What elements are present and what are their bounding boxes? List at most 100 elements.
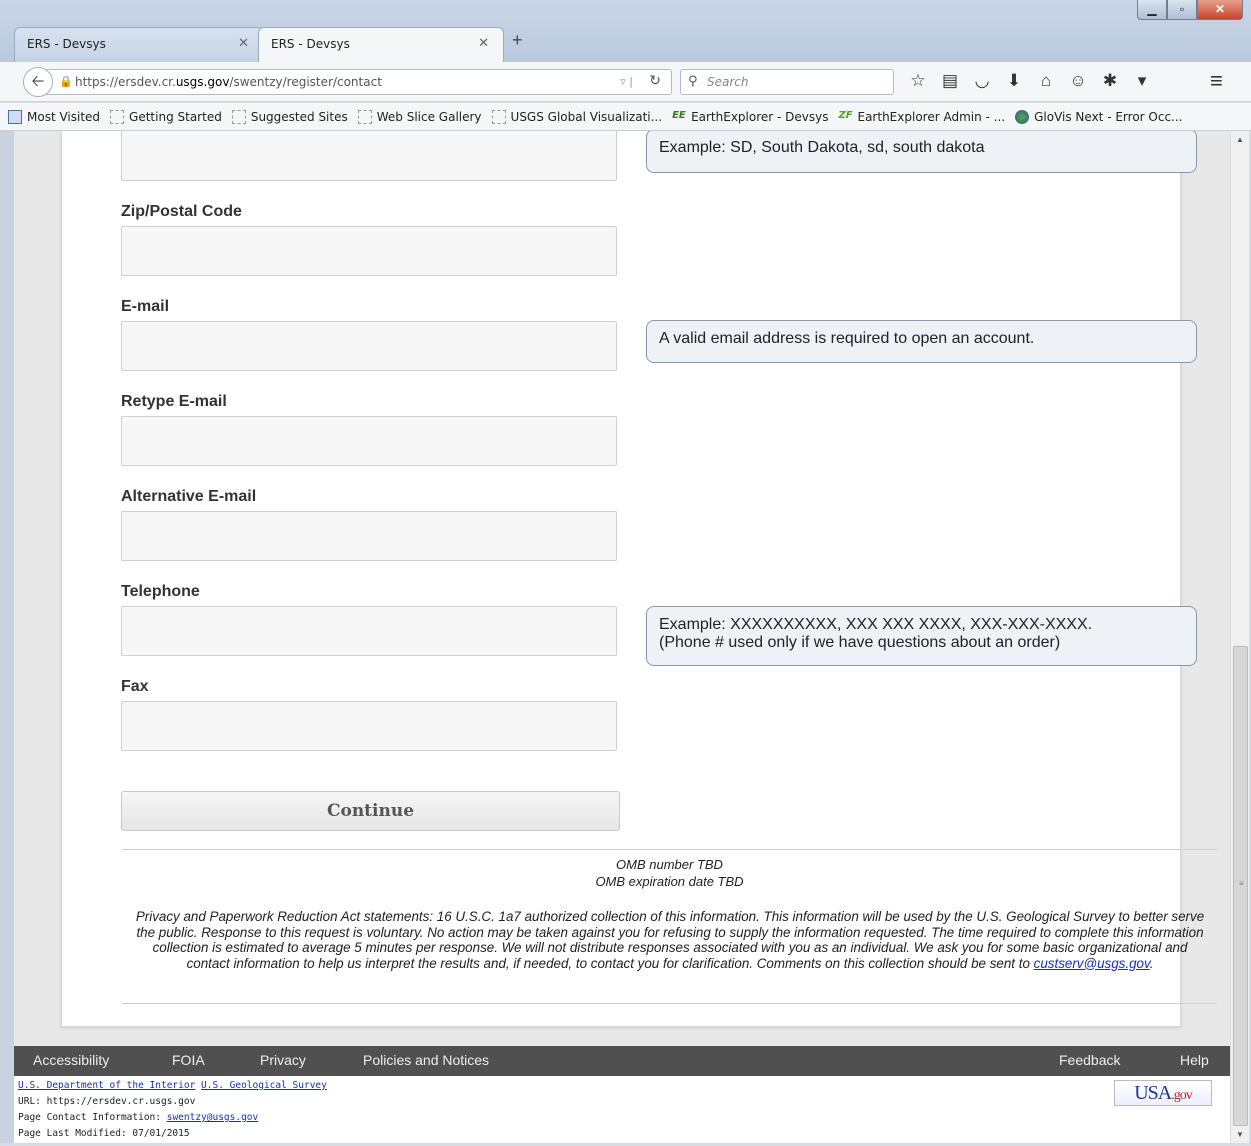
privacy-statement: Privacy and Paperwork Reduction Act stat… bbox=[130, 909, 1210, 971]
search-input[interactable]: ⚲ Search bbox=[680, 69, 894, 95]
window-left-edge bbox=[0, 131, 14, 1143]
overflow-chevron-icon[interactable]: ▾ bbox=[1126, 71, 1158, 91]
url-host: usgs.gov bbox=[175, 75, 230, 89]
usagov-logo[interactable]: USA.gov bbox=[1114, 1080, 1212, 1106]
page-icon bbox=[231, 109, 246, 124]
reload-icon[interactable]: ↻ bbox=[649, 73, 661, 89]
maximize-icon[interactable]: ▫ bbox=[1167, 0, 1197, 20]
page-icon bbox=[491, 109, 506, 124]
state-input[interactable] bbox=[121, 131, 617, 181]
fax-input[interactable] bbox=[121, 701, 617, 751]
tab-label: ERS - Devsys bbox=[271, 37, 350, 51]
state-hint: Example: SD, South Dakota, sd, south dak… bbox=[646, 131, 1197, 173]
registration-form-card: Example: SD, South Dakota, sd, south dak… bbox=[61, 131, 1217, 1027]
telephone-label: Telephone bbox=[121, 583, 200, 600]
url-prefix: https://ersdev.cr. bbox=[75, 75, 176, 89]
email-input[interactable] bbox=[121, 321, 617, 371]
home-icon[interactable]: ⌂ bbox=[1030, 71, 1062, 91]
telephone-hint: Example: XXXXXXXXXX, XXX XXX XXXX, XXX-X… bbox=[646, 606, 1197, 666]
bookmark-getting-started[interactable]: Getting Started bbox=[110, 109, 222, 124]
search-icon: ⚲ bbox=[688, 74, 698, 89]
footer-contact: Page Contact Information: swentzy@usgs.g… bbox=[18, 1112, 258, 1123]
reading-list-icon[interactable]: ▤ bbox=[934, 71, 966, 91]
bookmark-label: Getting Started bbox=[129, 109, 222, 124]
telephone-hint-line1: Example: XXXXXXXXXX, XXX XXX XXXX, XXX-X… bbox=[659, 616, 1093, 633]
close-tab-icon[interactable]: ✕ bbox=[238, 36, 249, 51]
footer-nav: Accessibility FOIA Privacy Policies and … bbox=[14, 1046, 1230, 1076]
downloads-icon[interactable]: ⬇ bbox=[998, 71, 1030, 91]
bookmark-label: EarthExplorer Admin - ... bbox=[857, 109, 1006, 124]
url-path: /swentzy/register/contact bbox=[229, 75, 382, 89]
hamburger-menu-icon[interactable]: ≡ bbox=[1210, 68, 1223, 94]
chat-icon[interactable]: ☺ bbox=[1062, 71, 1094, 91]
footer-info: U.S. Department of the Interior U.S. Geo… bbox=[14, 1076, 1230, 1143]
footer-link-foia[interactable]: FOIA bbox=[172, 1052, 205, 1068]
bookmark-suggested-sites[interactable]: Suggested Sites bbox=[231, 109, 348, 124]
footer-link-privacy[interactable]: Privacy bbox=[260, 1052, 306, 1068]
contact-email-link[interactable]: swentzy@usgs.gov bbox=[167, 1112, 259, 1123]
bookmark-glovis-next[interactable]: GloVis Next - Error Occ... bbox=[1015, 109, 1183, 124]
back-button[interactable]: 🡠 bbox=[23, 67, 53, 97]
zip-input[interactable] bbox=[121, 226, 617, 276]
bookmark-label: Web Slice Gallery bbox=[376, 109, 482, 124]
alt-email-input[interactable] bbox=[121, 511, 617, 561]
continue-button[interactable]: Continue bbox=[121, 791, 620, 831]
tab-ers-devsys-1[interactable]: ERS - Devsys ✕ bbox=[14, 27, 264, 62]
vertical-scrollbar[interactable]: ▲ ≡ ▼ bbox=[1230, 131, 1249, 1143]
footer-link-feedback[interactable]: Feedback bbox=[1059, 1052, 1120, 1068]
email-hint: A valid email address is required to ope… bbox=[646, 320, 1197, 363]
footer-link-policies[interactable]: Policies and Notices bbox=[363, 1052, 489, 1068]
bookmark-label: EarthExplorer - Devsys bbox=[691, 109, 829, 124]
page-icon bbox=[110, 109, 125, 124]
omb-expiration: OMB expiration date TBD bbox=[595, 874, 744, 889]
title-bar: ERS - Devsys ✕ ERS - Devsys ✕ + ▁ ▫ ✕ bbox=[0, 0, 1251, 62]
usagov-usa: USA bbox=[1134, 1082, 1172, 1104]
bookmark-earthexplorer-devsys[interactable]: EE EarthExplorer - Devsys bbox=[672, 110, 828, 124]
close-window-icon[interactable]: ✕ bbox=[1197, 0, 1243, 20]
privacy-period: . bbox=[1149, 955, 1154, 971]
footer-last-modified: Page Last Modified: 07/01/2015 bbox=[18, 1128, 190, 1139]
telephone-hint-line2: (Phone # used only if we have questions … bbox=[659, 634, 1061, 651]
divider bbox=[122, 849, 1217, 850]
search-placeholder: Search bbox=[707, 75, 749, 89]
scroll-down-icon[interactable]: ▼ bbox=[1236, 1130, 1244, 1139]
telephone-input[interactable] bbox=[121, 606, 617, 656]
retype-email-input[interactable] bbox=[121, 416, 617, 466]
tab-ers-devsys-2[interactable]: ERS - Devsys ✕ bbox=[258, 27, 504, 62]
alt-email-label: Alternative E-mail bbox=[121, 488, 257, 505]
bookmark-earthexplorer-admin[interactable]: ZF EarthExplorer Admin - ... bbox=[839, 110, 1006, 124]
footer-url: URL: https://ersdev.cr.usgs.gov bbox=[18, 1096, 196, 1107]
scrollbar-thumb[interactable]: ≡ bbox=[1233, 646, 1248, 1126]
new-tab-icon[interactable]: + bbox=[512, 30, 523, 51]
lock-icon: 🔒 bbox=[59, 75, 73, 88]
scroll-grip-icon: ≡ bbox=[1239, 879, 1244, 888]
doi-link[interactable]: U.S. Department of the Interior bbox=[18, 1080, 195, 1091]
window-controls: ▁ ▫ ✕ bbox=[1137, 0, 1243, 22]
custserv-email-link[interactable]: custserv@usgs.gov bbox=[1034, 956, 1150, 971]
bookmark-usgs-global-visualization[interactable]: USGS Global Visualizati... bbox=[491, 109, 662, 124]
close-tab-icon[interactable]: ✕ bbox=[478, 36, 489, 51]
history-dropdown-icon[interactable]: ▿ | bbox=[620, 75, 633, 88]
url-bar[interactable]: 🔒 https://ersdev.cr.usgs.gov/swentzy/reg… bbox=[44, 69, 672, 95]
minimize-icon[interactable]: ▁ bbox=[1137, 0, 1167, 20]
bookmark-star-icon[interactable]: ☆ bbox=[902, 71, 934, 91]
bookmark-label: Suggested Sites bbox=[250, 109, 348, 124]
extension-icon[interactable]: ✱ bbox=[1094, 71, 1126, 91]
toolbar-icons: ☆ ▤ ◡ ⬇ ⌂ ☺ ✱ ▾ bbox=[902, 71, 1158, 91]
usagov-gov: .gov bbox=[1171, 1088, 1192, 1103]
tab-label: ERS - Devsys bbox=[27, 37, 106, 51]
zip-label: Zip/Postal Code bbox=[121, 203, 242, 220]
footer-link-help[interactable]: Help bbox=[1180, 1052, 1209, 1068]
page-viewport: Example: SD, South Dakota, sd, south dak… bbox=[14, 131, 1230, 1143]
retype-email-label: Retype E-mail bbox=[121, 393, 227, 410]
bookmark-most-visited[interactable]: Most Visited bbox=[8, 109, 101, 124]
bookmark-label: GloVis Next - Error Occ... bbox=[1034, 109, 1183, 124]
usgs-link[interactable]: U.S. Geological Survey bbox=[201, 1080, 327, 1091]
scroll-up-icon[interactable]: ▲ bbox=[1236, 135, 1244, 144]
bookmark-label: Most Visited bbox=[27, 109, 101, 124]
bookmark-web-slice-gallery[interactable]: Web Slice Gallery bbox=[357, 109, 482, 124]
pocket-icon[interactable]: ◡ bbox=[966, 71, 998, 91]
footer-link-accessibility[interactable]: Accessibility bbox=[33, 1052, 109, 1068]
ee-icon: EE bbox=[672, 109, 686, 121]
zf-icon: ZF bbox=[838, 109, 853, 121]
